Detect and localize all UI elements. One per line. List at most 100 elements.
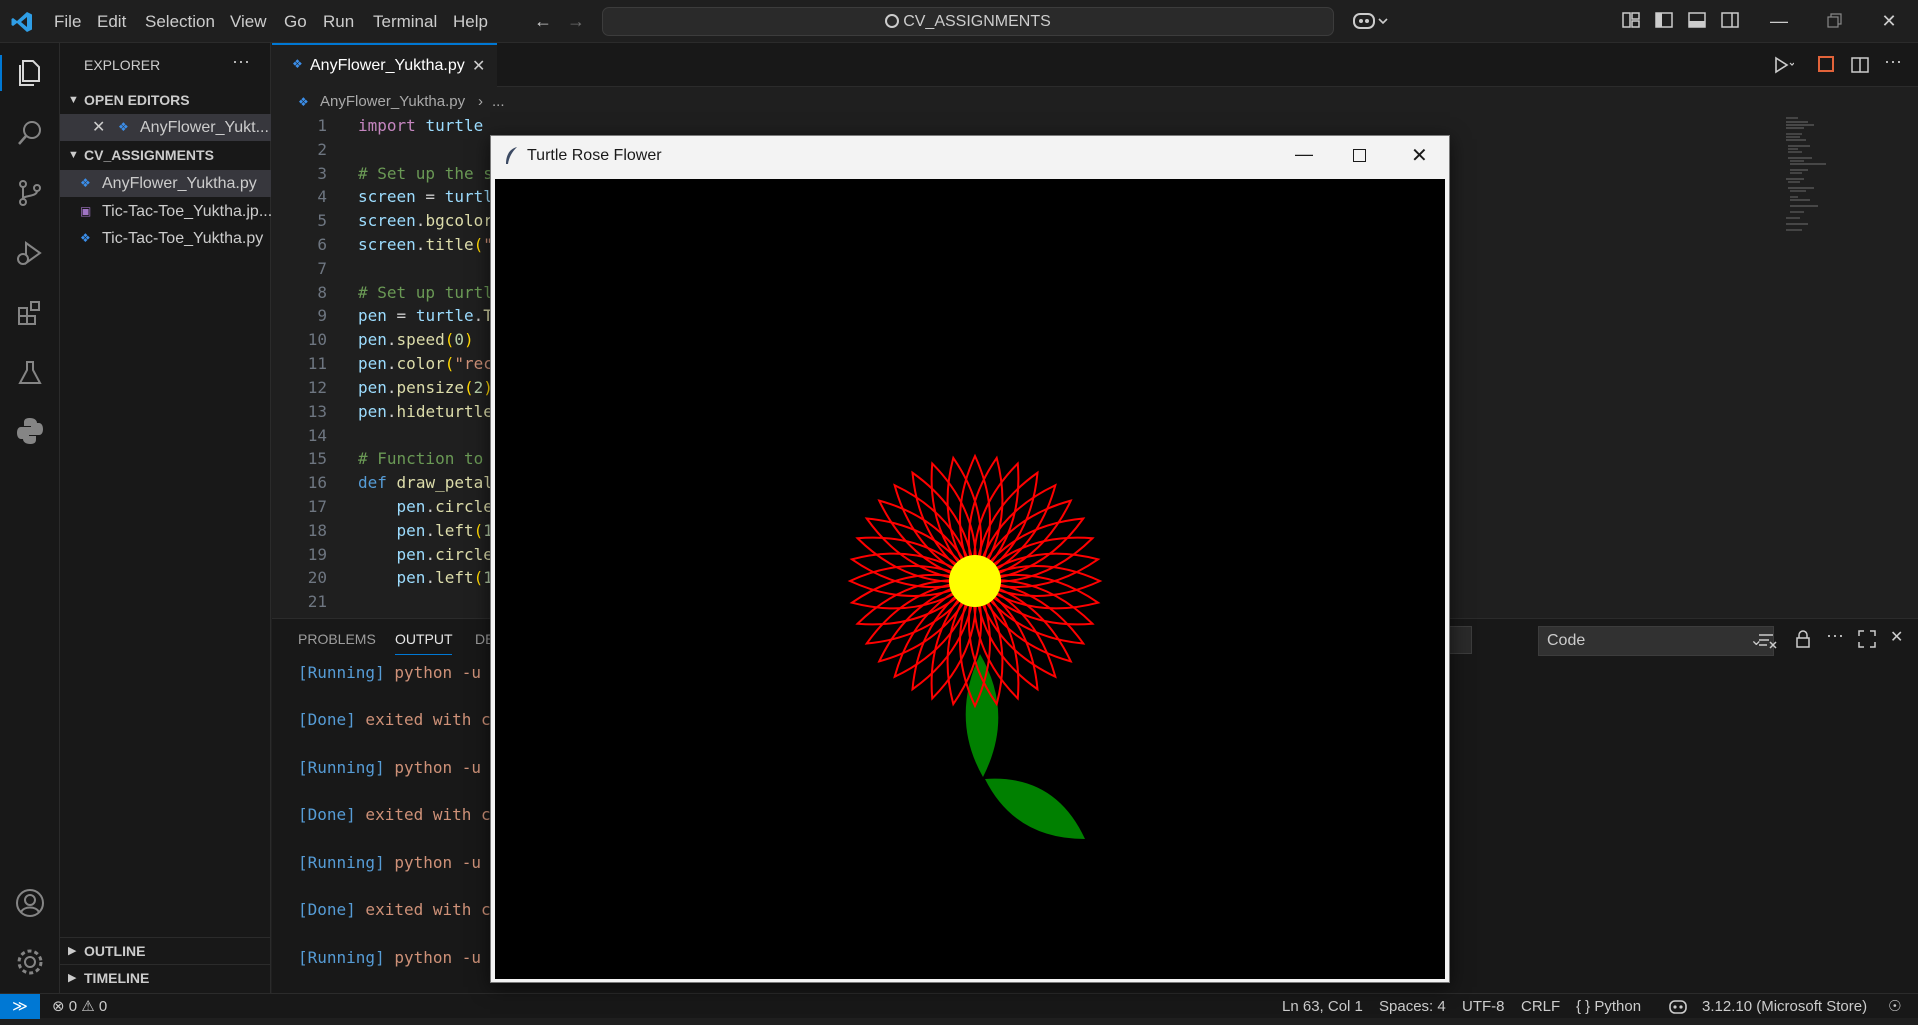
menu-file[interactable]: File (45, 0, 90, 43)
activity-bar (0, 43, 60, 993)
breadcrumb-more[interactable]: ... (492, 88, 505, 116)
run-python-file-icon[interactable] (1772, 55, 1795, 75)
command-center-search[interactable]: CV_ASSIGNMENTS (602, 7, 1334, 36)
close-window-icon[interactable]: ✕ (1411, 143, 1428, 168)
remote-indicator-icon[interactable]: ≫ (0, 994, 40, 1019)
outline-header[interactable]: ▶ OUTLINE (60, 937, 271, 964)
python-file-icon: ❖ (292, 57, 303, 71)
stop-icon[interactable] (1818, 56, 1834, 72)
more-actions-icon[interactable]: ··· (232, 51, 250, 72)
image-file-icon: ▣ (80, 204, 92, 218)
breadcrumb-file[interactable]: AnyFlower_Yuktha.py (320, 88, 465, 116)
extensions-icon[interactable] (14, 297, 46, 329)
error-icon: ⊗ (52, 998, 65, 1015)
tab-problems[interactable]: PROBLEMS (298, 631, 376, 647)
lock-icon[interactable] (1794, 629, 1812, 649)
code-line: # Set up turtl (358, 283, 493, 302)
feather-icon (503, 146, 519, 166)
folder-header[interactable]: ▼ CV_ASSIGNMENTS (60, 142, 271, 169)
run-debug-icon[interactable] (14, 237, 46, 269)
close-icon[interactable]: ✕ (92, 114, 105, 141)
menu-terminal[interactable]: Terminal (364, 0, 446, 43)
close-panel-icon[interactable]: ✕ (1890, 627, 1903, 647)
language-mode[interactable]: { } Python (1576, 994, 1641, 1019)
leaf (985, 778, 1085, 839)
cursor-position[interactable]: Ln 63, Col 1 (1282, 994, 1363, 1019)
notifications-bell-icon[interactable]: ☉ (1888, 994, 1901, 1019)
braces-icon: { } (1576, 998, 1591, 1015)
search-icon[interactable] (14, 117, 46, 149)
restore-icon[interactable] (1823, 10, 1845, 32)
toggle-panel-icon[interactable] (1686, 10, 1708, 32)
toggle-sidebar-icon[interactable] (1653, 10, 1675, 32)
line-number: 18 (307, 521, 327, 540)
settings-gear-icon[interactable] (14, 946, 46, 978)
line-number: 17 (307, 497, 327, 516)
accounts-icon[interactable] (14, 887, 46, 919)
output-line: [Running] python -u (298, 663, 482, 682)
menu-selection[interactable]: Selection (136, 0, 224, 43)
back-arrow-icon[interactable]: ← (532, 10, 554, 32)
tab-anyflower[interactable]: ❖ AnyFlower_Yuktha.py ✕ (272, 43, 497, 87)
menu-help[interactable]: Help (444, 0, 497, 43)
code-line: pen.speed(0) (358, 330, 474, 349)
line-number: 21 (307, 592, 327, 611)
maximize-icon[interactable] (1353, 149, 1366, 162)
source-control-icon[interactable] (14, 177, 46, 209)
line-endings[interactable]: CRLF (1521, 994, 1560, 1019)
minimize-icon[interactable]: — (1768, 10, 1790, 32)
testing-icon[interactable] (14, 357, 46, 389)
line-number: 16 (307, 473, 327, 492)
file-item[interactable]: ▣ Tic-Tac-Toe_Yuktha.jp... (60, 198, 271, 225)
editor-tabs: ❖ AnyFlower_Yuktha.py ✕ ··· (272, 43, 1918, 87)
problems-status[interactable]: ⊗ 0 ⚠ 0 (52, 994, 107, 1019)
tab-output[interactable]: OUTPUT (395, 631, 453, 647)
status-bar: ≫ ⊗ 0 ⚠ 0 Ln 63, Col 1 Spaces: 4 UTF-8 C… (0, 993, 1918, 1019)
toggle-secondary-sidebar-icon[interactable] (1719, 10, 1741, 32)
line-number: 6 (317, 235, 327, 254)
code-line: pen = turtle.T (358, 306, 493, 325)
timeline-header[interactable]: ▶ TIMELINE (60, 964, 271, 991)
code-line: def draw_petal (358, 473, 493, 492)
python-interpreter[interactable]: 3.12.10 (Microsoft Store) (1702, 994, 1867, 1019)
open-editor-item[interactable]: ✕ ❖ AnyFlower_Yukt... (60, 114, 271, 141)
close-tab-icon[interactable]: ✕ (472, 56, 485, 76)
turtle-window-titlebar[interactable]: Turtle Rose Flower — ✕ (491, 136, 1449, 178)
minimize-icon[interactable]: — (1295, 144, 1313, 165)
output-channel-select[interactable]: Code ⌄ (1538, 626, 1774, 656)
python-icon[interactable] (14, 415, 46, 447)
menu-view[interactable]: View (221, 0, 276, 43)
warning-icon: ⚠ (81, 998, 95, 1015)
copilot-icon[interactable] (1352, 10, 1392, 32)
maximize-panel-icon[interactable] (1857, 629, 1877, 649)
file-item[interactable]: ❖ AnyFlower_Yuktha.py (60, 170, 271, 197)
chevron-down-icon: ▼ (68, 149, 79, 161)
menu-run[interactable]: Run (314, 0, 363, 43)
warning-count: 0 (98, 998, 108, 1015)
menu-edit[interactable]: Edit (88, 0, 135, 43)
customize-layout-icon[interactable] (1620, 10, 1642, 32)
code-line: pen.left(1 (396, 521, 493, 540)
python-file-icon: ❖ (298, 95, 309, 109)
forward-arrow-icon[interactable]: → (565, 10, 587, 32)
output-line: [Running] python -u (298, 758, 482, 777)
code-line: import turtle (358, 116, 484, 135)
clear-output-icon[interactable] (1757, 630, 1777, 650)
menu-go[interactable]: Go (275, 0, 316, 43)
line-number: 1 (317, 116, 327, 135)
active-indicator (0, 55, 2, 91)
open-editors-header[interactable]: ▼ OPEN EDITORS (60, 87, 271, 114)
output-line: [Running] python -u (298, 948, 482, 967)
explorer-icon[interactable] (14, 57, 46, 89)
minimap[interactable] (1784, 116, 1848, 246)
encoding[interactable]: UTF-8 (1462, 994, 1505, 1019)
more-actions-icon[interactable]: ··· (1826, 625, 1844, 646)
split-editor-icon[interactable] (1850, 55, 1870, 75)
turtle-graphics-window: Turtle Rose Flower — ✕ (490, 135, 1450, 983)
file-item[interactable]: ❖ Tic-Tac-Toe_Yuktha.py (60, 225, 271, 252)
indentation[interactable]: Spaces: 4 (1379, 994, 1446, 1019)
more-actions-icon[interactable]: ··· (1884, 51, 1902, 72)
close-window-icon[interactable]: ✕ (1878, 10, 1900, 32)
chevron-right-icon: ▶ (68, 972, 77, 984)
copilot-status-icon[interactable] (1668, 994, 1688, 1019)
